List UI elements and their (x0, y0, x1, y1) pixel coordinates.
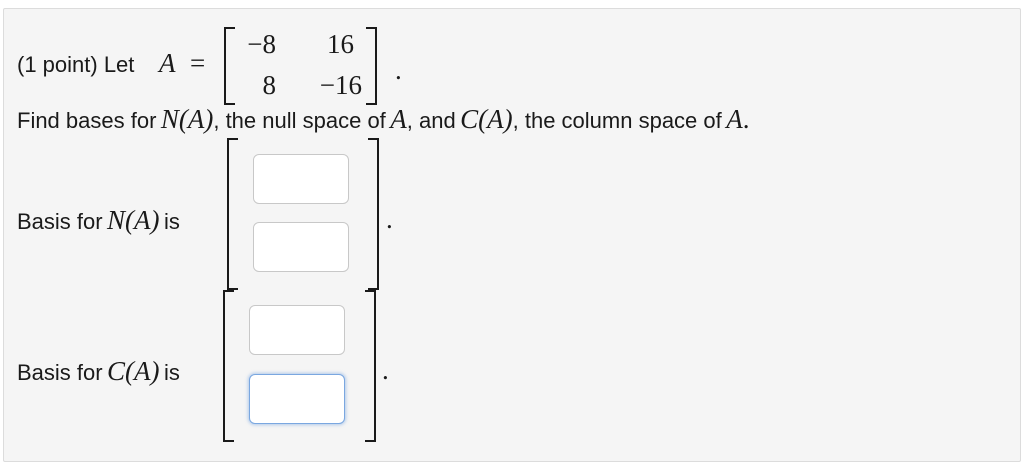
matrix-right-bracket (366, 27, 377, 105)
question-part: , and (406, 108, 456, 133)
null-basis-input-2[interactable] (254, 223, 348, 271)
null-space-symbol: N(A) (160, 104, 214, 134)
column-space-symbol: C(A) (107, 356, 160, 386)
col-basis-label: Basis for C(A) is (17, 356, 180, 387)
col-basis-entry-2[interactable] (249, 374, 345, 424)
col-basis-left-bracket (223, 290, 234, 442)
label-text: Basis for (17, 360, 103, 385)
matrix-cell: 16 (327, 29, 354, 59)
matrix-name: A (159, 48, 176, 78)
null-basis-label: Basis for N(A) is (17, 205, 180, 236)
question-part: Find bases for (17, 108, 157, 133)
col-basis-right-bracket (365, 290, 376, 442)
null-basis-left-bracket (227, 138, 238, 290)
col-basis-period: . (382, 355, 389, 385)
label-text: is (163, 209, 180, 234)
problem-panel: (1 point) Let A = −8 16 8 −16 . Find bas… (3, 8, 1021, 462)
col-basis-input-2[interactable] (250, 375, 344, 423)
label-text: is (163, 360, 180, 385)
null-basis-entry-2[interactable] (253, 222, 349, 272)
problem-prefix: (1 point) Let (17, 52, 135, 77)
matrix-symbol: A (726, 104, 743, 134)
question-part: , the null space of (213, 108, 386, 133)
question-part: , the column space of (512, 108, 722, 133)
matrix-cell: −16 (319, 70, 362, 100)
col-basis-input-1[interactable] (250, 306, 344, 354)
question-part: . (742, 104, 750, 134)
null-basis-period: . (386, 204, 393, 234)
null-space-symbol: N(A) (107, 205, 160, 235)
column-space-symbol: C(A) (460, 104, 513, 134)
matrix-period: . (395, 55, 402, 85)
question-text: Find bases for N(A), the null space of A… (17, 104, 749, 135)
label-text: Basis for (17, 209, 103, 234)
equals-sign: = (190, 48, 206, 78)
matrix-cell: −8 (247, 29, 276, 59)
col-basis-entry-1[interactable] (249, 305, 345, 355)
matrix-symbol: A (390, 104, 407, 134)
null-basis-right-bracket (368, 138, 379, 290)
matrix-cell: 8 (262, 70, 277, 100)
null-basis-input-1[interactable] (254, 155, 348, 203)
null-basis-entry-1[interactable] (253, 154, 349, 204)
